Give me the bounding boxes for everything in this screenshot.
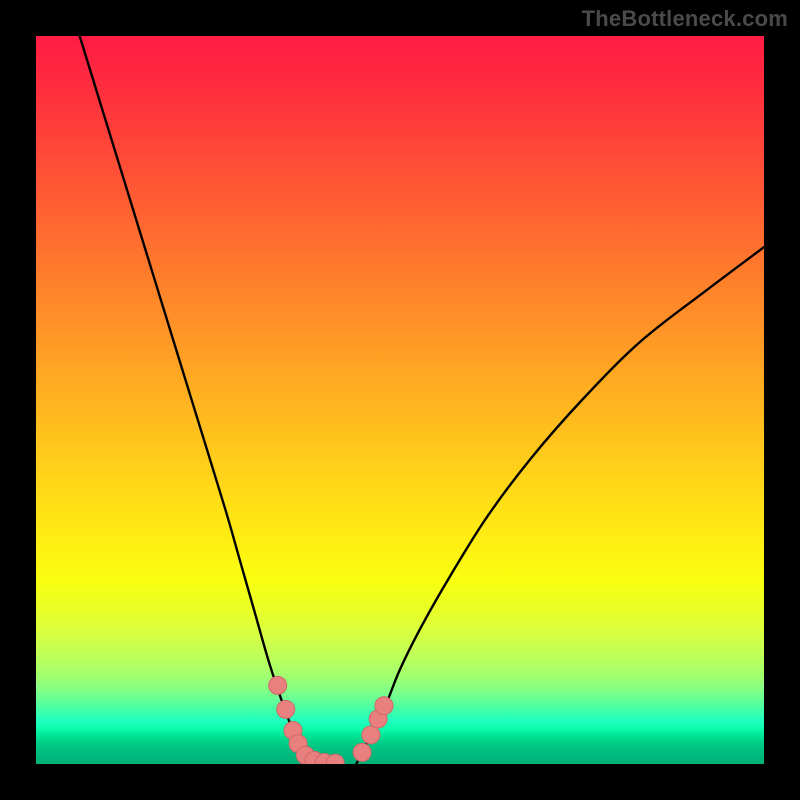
left-curve <box>80 36 306 764</box>
right-curve <box>356 247 764 764</box>
chart-svg <box>36 36 764 764</box>
data-marker <box>375 697 393 715</box>
chart-frame: TheBottleneck.com <box>0 0 800 800</box>
data-marker <box>353 743 371 761</box>
data-marker <box>269 676 287 694</box>
watermark-text: TheBottleneck.com <box>582 6 788 32</box>
data-marker <box>277 700 295 718</box>
data-marker <box>362 726 380 744</box>
data-markers <box>269 676 393 764</box>
plot-area <box>36 36 764 764</box>
